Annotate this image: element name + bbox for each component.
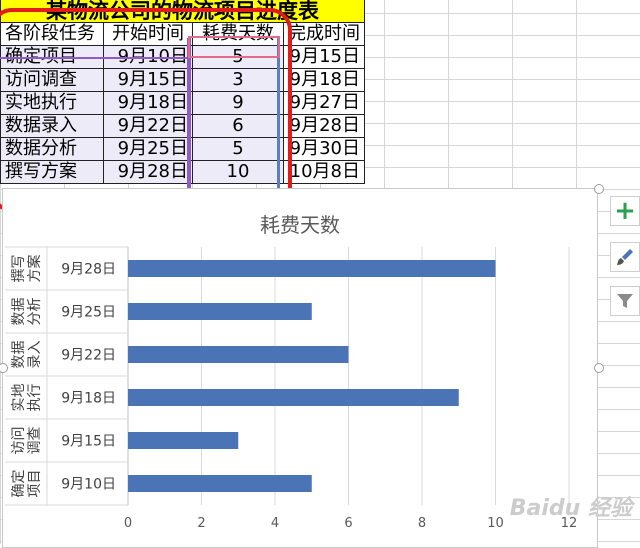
bar: [128, 432, 239, 449]
cell-end[interactable]: 9月28日: [283, 114, 365, 138]
chart-filters-button[interactable]: [610, 286, 640, 316]
chart-elements-button[interactable]: +: [610, 196, 640, 226]
x-tick-label: 10: [487, 516, 504, 531]
bar: [128, 260, 496, 277]
cell-end[interactable]: 10月8日: [283, 160, 365, 184]
category-group-label: 实地执行: [11, 384, 43, 412]
bar-chart[interactable]: 耗费天数 0 2 4 6 8 10 12 9月10日 确定项目 9月15日 访问调查 9月18日 实地执…: [0, 184, 604, 548]
bar: [128, 303, 312, 320]
bar: [128, 346, 349, 363]
y-tick-label: 9月22日: [61, 348, 116, 364]
category-group-label: 撰写方案: [11, 255, 43, 283]
y-tick-label: 9月25日: [61, 305, 116, 321]
cell-end[interactable]: 9月30日: [283, 137, 365, 161]
chart-styles-button[interactable]: [610, 242, 640, 272]
bar: [128, 389, 459, 406]
header-end[interactable]: 完成时间: [283, 22, 365, 46]
watermark: Baidu 经验: [509, 496, 632, 521]
bar: [128, 475, 312, 492]
category-group-label: 数据分析: [11, 298, 43, 326]
y-tick-label: 9月18日: [61, 391, 116, 407]
plus-icon: +: [614, 196, 636, 226]
cell-end[interactable]: 9月18日: [283, 68, 365, 92]
category-group-label: 确定项目: [11, 470, 43, 498]
highlight-ring: [0, 8, 292, 212]
x-tick-label: 0: [124, 516, 132, 531]
category-group-label: 访问调查: [11, 427, 43, 455]
cell-end[interactable]: 9月27日: [283, 91, 365, 115]
y-tick-label: 9月15日: [61, 434, 116, 450]
x-tick-label: 8: [418, 516, 426, 531]
brush-icon: [617, 249, 633, 265]
resize-handle-top-right[interactable]: [594, 184, 604, 194]
filter-icon: [617, 294, 633, 308]
y-tick-label: 9月28日: [61, 262, 116, 278]
cell-end[interactable]: 9月15日: [283, 45, 365, 69]
x-tick-label: 4: [271, 516, 279, 531]
chart-plot: 0 2 4 6 8 10 129月10日确定项目9月15日访问调查9月18日实地执行9月22…: [5, 246, 577, 531]
x-tick-label: 6: [344, 516, 352, 531]
x-tick-label: 2: [197, 516, 205, 531]
y-tick-label: 9月10日: [61, 477, 116, 493]
category-group-label: 数据录入: [11, 341, 43, 369]
resize-handle-right[interactable]: [594, 363, 604, 373]
